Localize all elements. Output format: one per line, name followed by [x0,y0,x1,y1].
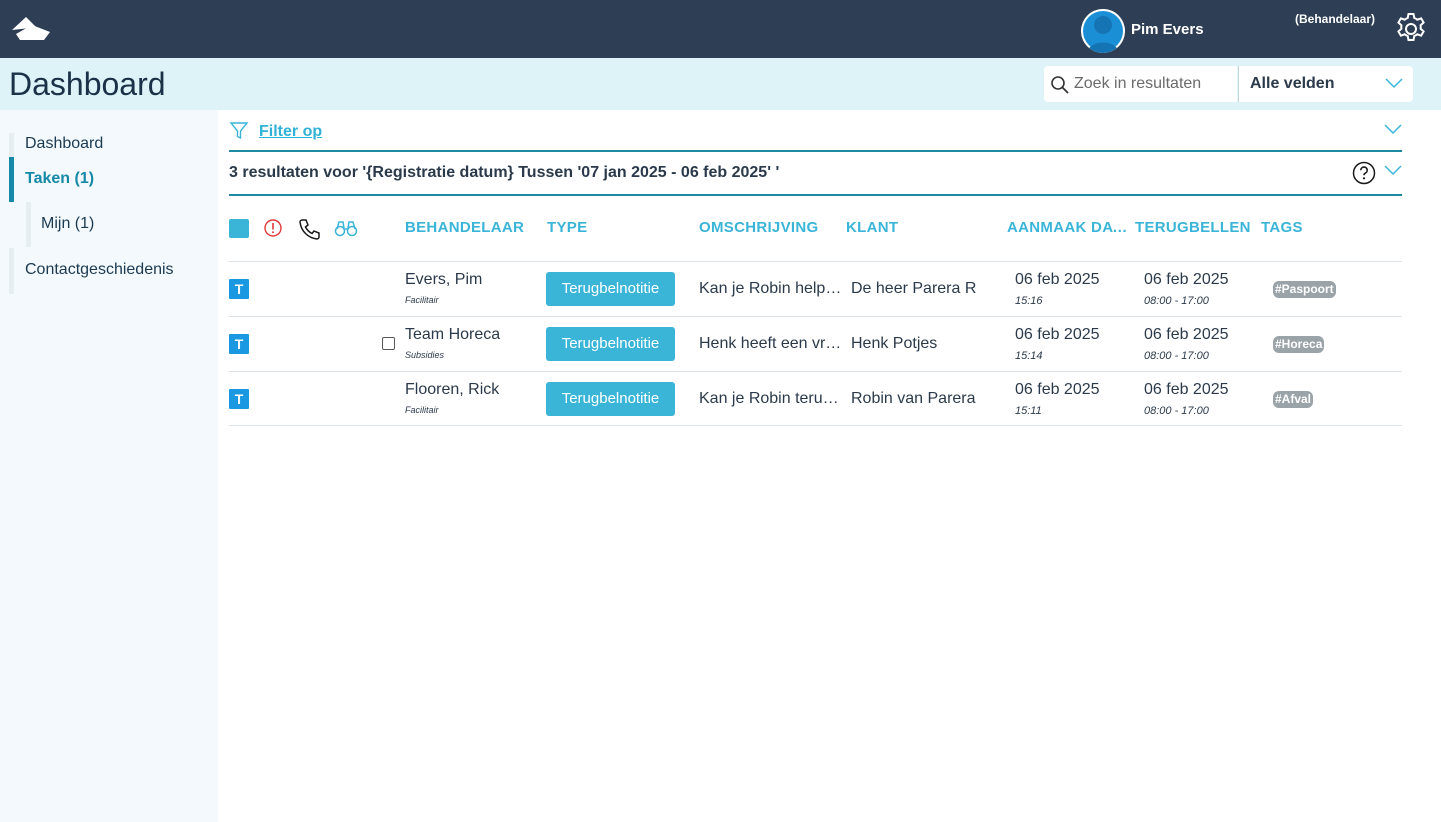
binoculars-icon[interactable] [334,218,358,238]
row-description: Henk heeft een vraag over horeca [699,335,847,352]
row-tag[interactable]: #Horeca [1273,336,1325,353]
result-count-text: 3 resultaten voor '{Registratie datum} T… [229,164,780,181]
chevron-down-icon [1385,78,1403,89]
column-aanmaak-datum[interactable]: AANMAAK DATUM [1007,219,1129,236]
row-created-date: 06 feb 2025 [1015,381,1100,398]
top-bar: Pim Evers (Behandelaar) [0,0,1441,58]
column-tags[interactable]: TAGS [1261,219,1361,236]
row-callback-date: 06 feb 2025 [1144,381,1229,398]
sidebar: Dashboard Taken (1) Mijn (1) Contactgesc… [0,110,218,822]
table-row[interactable]: T Flooren, Rick Facilitair Terugbelnotit… [229,371,1402,426]
row-behandelaar: Team Horeca [405,326,501,343]
row-callback-time: 08:00 - 17:00 [1144,350,1209,362]
user-role: (Behandelaar) [1295,12,1376,26]
sidebar-item-mijn[interactable]: Mijn (1) [26,202,206,247]
page-header: Dashboard Alle velden [0,58,1441,110]
row-tag[interactable]: #Paspoort [1273,281,1336,298]
row-created-date: 06 feb 2025 [1015,326,1100,343]
column-type[interactable]: TYPE [547,219,687,236]
task-type-badge: T [229,279,249,299]
filter-link[interactable]: Filter op [259,123,322,141]
row-callback-date: 06 feb 2025 [1144,271,1229,288]
column-terugbellen[interactable]: TERUGBELLEN [1135,219,1255,236]
row-created-time: 15:14 [1015,350,1043,362]
sidebar-item-taken[interactable]: Taken (1) [9,157,209,202]
row-created-time: 15:11 [1015,405,1042,417]
row-callback-date: 06 feb 2025 [1144,326,1229,343]
table-row[interactable]: T Evers, Pim Facilitair Terugbelnotitie … [229,261,1402,316]
search-input[interactable] [1074,72,1232,96]
row-callback-time: 08:00 - 17:00 [1144,405,1209,417]
task-type-badge: T [229,389,249,409]
row-description: Kan je Robin terugbellen over afval [699,390,847,407]
row-created-time: 15:16 [1015,295,1043,307]
filter-icon [229,122,249,140]
row-department: Facilitair [405,405,439,415]
task-type-badge: T [229,334,249,354]
search-icon [1051,76,1069,94]
row-client: Henk Potjes [851,335,938,352]
priority-icon[interactable] [263,218,283,238]
page-title: Dashboard [9,66,166,102]
select-all-checkbox[interactable] [229,219,249,238]
column-klant[interactable]: KLANT [846,219,986,236]
user-name[interactable]: Pim Evers [1131,21,1204,38]
gear-icon[interactable] [1393,11,1429,47]
filter-bar: Filter op [229,118,1402,152]
row-type-button[interactable]: Terugbelnotitie [546,327,675,361]
sidebar-item-contactgeschiedenis[interactable]: Contactgeschiedenis [9,248,209,294]
row-client: De heer Parera R [851,280,977,297]
avatar[interactable] [1081,9,1125,53]
row-type-button[interactable]: Terugbelnotitie [546,272,675,306]
column-behandelaar[interactable]: BEHANDELAAR [405,219,535,236]
result-summary: 3 resultaten voor '{Registratie datum} T… [229,152,1402,196]
row-behandelaar: Evers, Pim [405,271,483,288]
row-department: Subsidies [405,350,445,360]
phone-icon[interactable] [298,218,322,240]
row-tag[interactable]: #Afval [1273,391,1314,408]
search-box[interactable] [1044,66,1237,102]
chevron-down-icon[interactable] [1384,165,1402,176]
help-icon[interactable] [1352,161,1376,185]
chevron-down-icon[interactable] [1384,124,1402,135]
row-behandelaar: Flooren, Rick [405,381,500,398]
row-callback-time: 08:00 - 17:00 [1144,295,1209,307]
app-logo[interactable] [10,14,52,44]
row-type-button[interactable]: Terugbelnotitie [546,382,675,416]
field-select-value: Alle velden [1250,75,1335,92]
row-description: Kan je Robin helpen met zijn paspoort [699,280,847,297]
table-row[interactable]: T Team Horeca Subsidies Terugbelnotitie … [229,316,1402,371]
column-omschrijving[interactable]: OMSCHRIJVING [699,219,839,236]
row-created-date: 06 feb 2025 [1015,271,1100,288]
row-checkbox[interactable] [382,337,395,350]
field-select[interactable]: Alle velden [1238,66,1413,102]
row-client: Robin van Parera [851,390,976,407]
row-department: Facilitair [405,295,439,305]
